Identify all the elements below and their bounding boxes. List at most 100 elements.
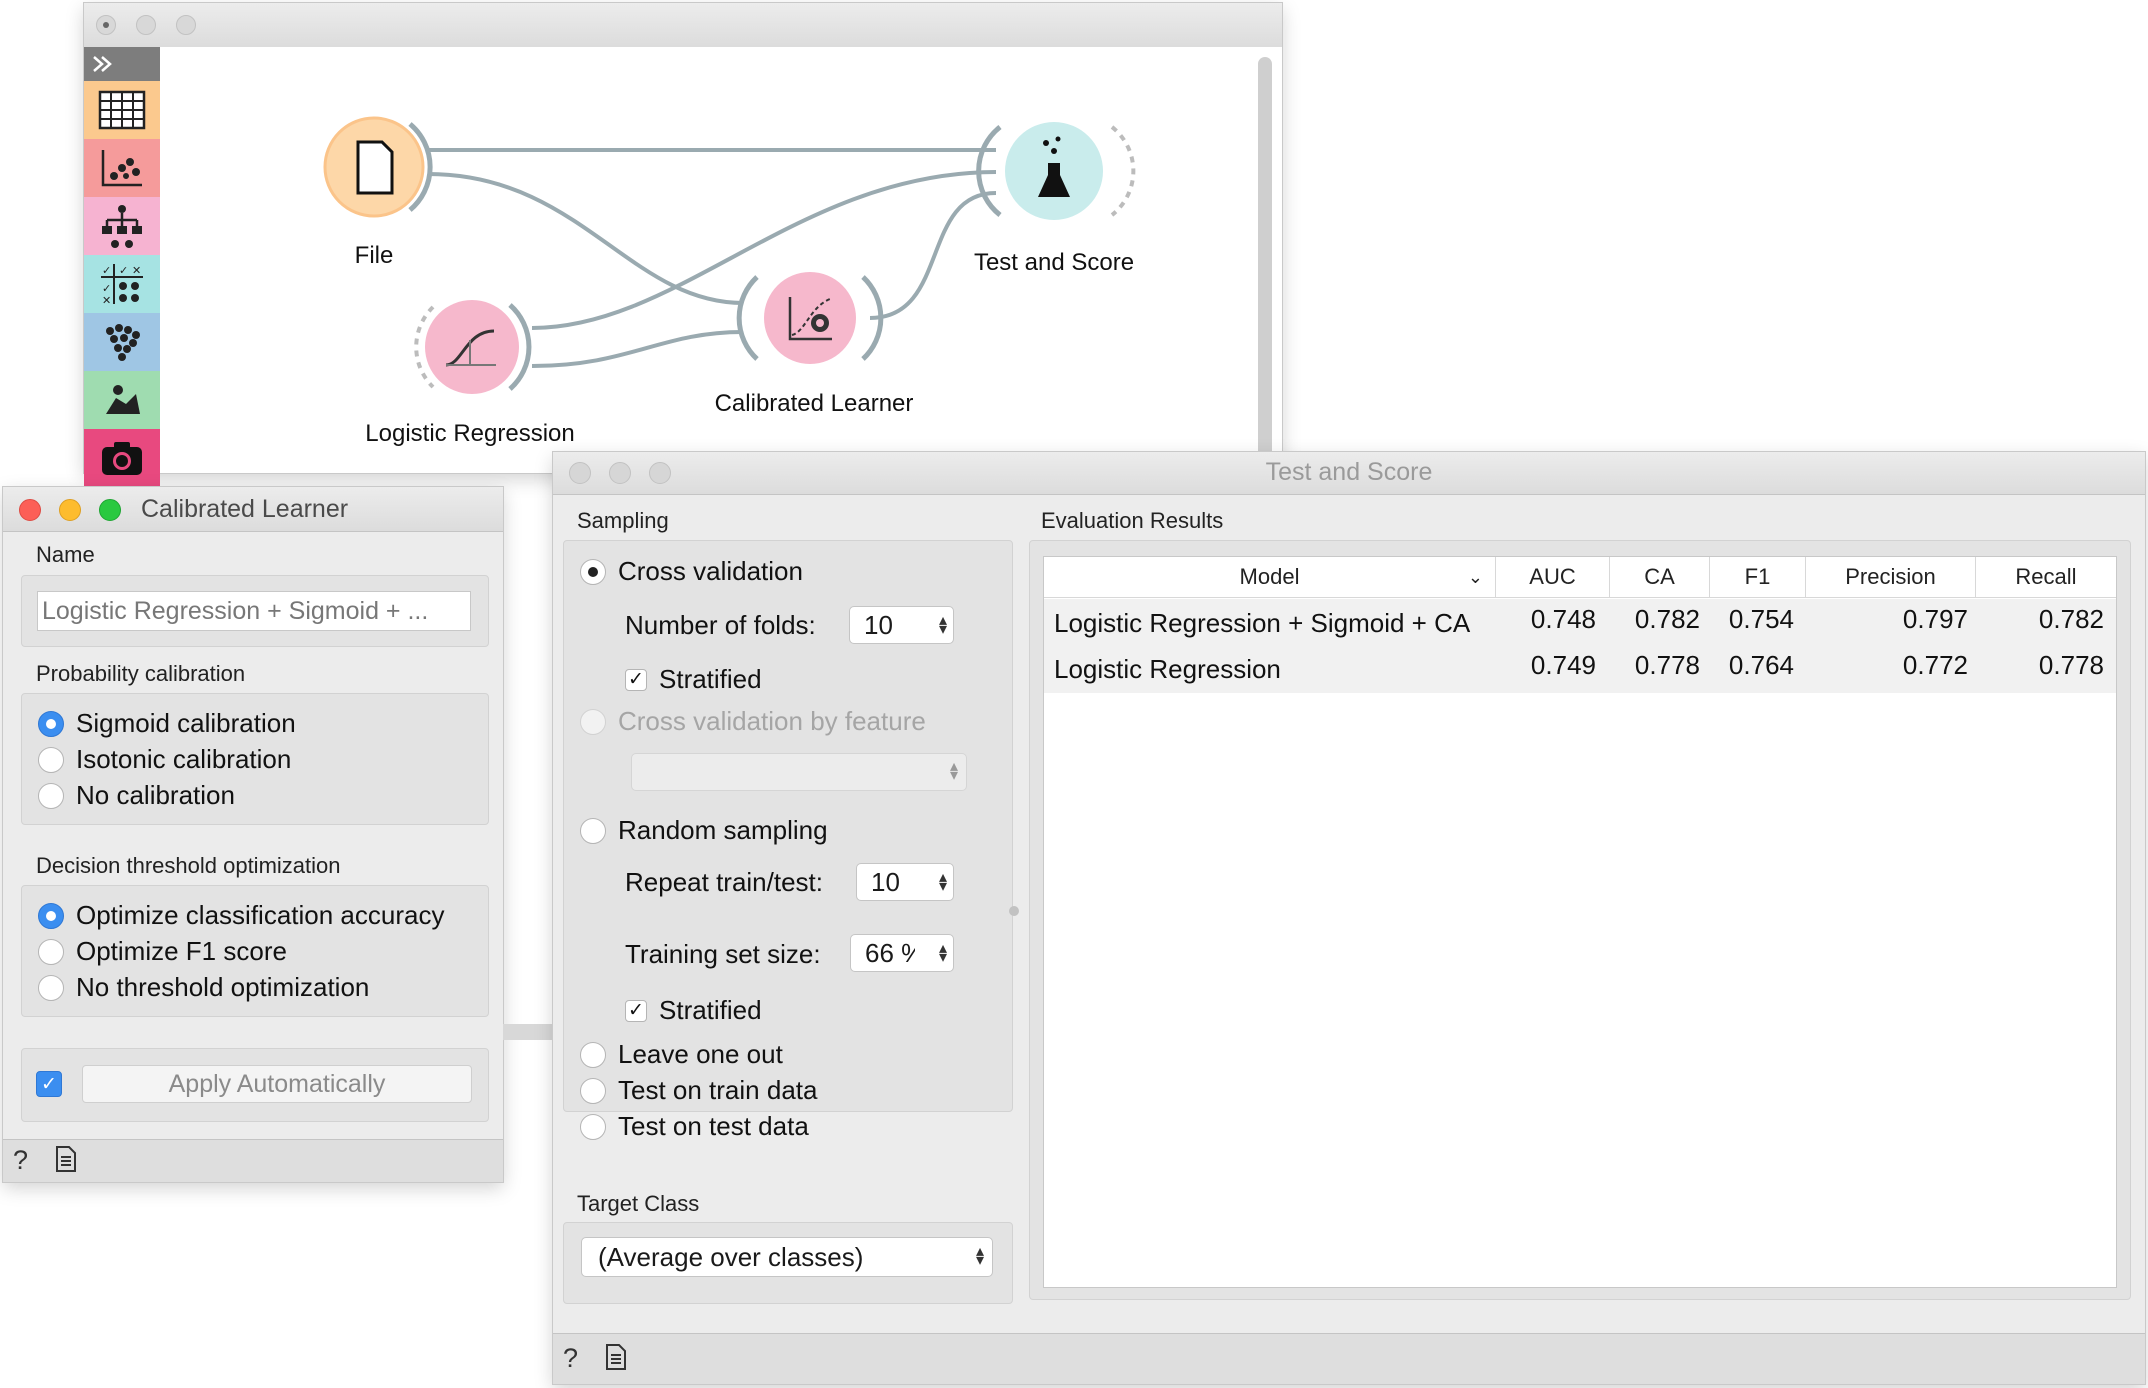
svg-text:✓: ✓	[102, 283, 111, 295]
zoom-button[interactable]	[99, 499, 121, 521]
stepper-icon[interactable]: ▴ ▾	[939, 613, 947, 638]
no-threshold-radio[interactable]: No threshold optimization	[38, 972, 369, 1003]
scatter-plot-icon[interactable]	[84, 139, 160, 197]
logistic-regression-node[interactable]	[414, 300, 532, 394]
cv-by-feature-radio[interactable]: Cross validation by feature	[580, 706, 926, 737]
apply-button[interactable]: Apply Automatically	[82, 1065, 472, 1103]
column-precision[interactable]: Precision	[1806, 557, 1976, 597]
test-and-score-window: Test and Score Sampling Cross validation…	[553, 452, 2145, 1384]
stepper-icon[interactable]: ▴ ▾	[939, 941, 947, 966]
widget-toolbox: ✓ ✓ ✕ ✓ ✕	[84, 47, 160, 487]
radio-label: Sigmoid calibration	[76, 708, 296, 738]
repeat-spinbox[interactable]: 10 ▴ ▾	[856, 863, 954, 901]
report-icon[interactable]	[55, 1145, 77, 1180]
help-icon[interactable]: ?	[563, 1343, 578, 1374]
help-icon[interactable]: ?	[13, 1145, 28, 1176]
test-and-score-node[interactable]	[976, 122, 1136, 220]
cell-precision: 0.772	[1902, 649, 1968, 680]
probability-calibration-label: Probability calibration	[36, 661, 246, 686]
svg-text:✓: ✓	[102, 265, 111, 277]
radio-label: Leave one out	[618, 1039, 783, 1069]
data-table-icon[interactable]	[84, 81, 160, 139]
radio-label: Optimize classification accuracy	[76, 900, 445, 930]
training-size-spinbox[interactable]: 66 % ▴▾	[850, 934, 954, 972]
column-auc[interactable]: AUC	[1496, 557, 1610, 597]
camera-icon[interactable]	[84, 429, 160, 487]
cell-ca: 0.782	[1634, 603, 1700, 634]
minimize-button[interactable]	[59, 499, 81, 521]
spin-value: 10	[871, 866, 900, 897]
cell-auc: 0.748	[1530, 603, 1596, 634]
link-logreg-to-test[interactable]	[531, 170, 997, 330]
column-model[interactable]: Model ⌄	[1044, 557, 1496, 597]
link-file-to-calibrated[interactable]	[427, 172, 744, 305]
report-icon[interactable]	[605, 1343, 627, 1378]
test-on-test-radio[interactable]: Test on test data	[580, 1111, 809, 1142]
training-size-label: Training set size:	[625, 939, 821, 969]
optimize-f1-radio[interactable]: Optimize F1 score	[38, 936, 287, 967]
cell-ca: 0.778	[1634, 649, 1700, 680]
cross-validation-radio[interactable]: Cross validation	[580, 556, 803, 587]
radio-label: Cross validation by feature	[618, 706, 926, 736]
threshold-optimization-label: Decision threshold optimization	[36, 853, 341, 878]
optimize-accuracy-radio[interactable]: Optimize classification accuracy	[38, 900, 444, 931]
zoom-button[interactable]	[176, 15, 196, 35]
sigmoid-calibration-radio[interactable]: Sigmoid calibration	[38, 708, 296, 739]
canvas-titlebar	[84, 3, 1282, 48]
close-button[interactable]	[19, 499, 41, 521]
minimize-button[interactable]	[136, 15, 156, 35]
name-input[interactable]: Logistic Regression + Sigmoid + ...	[37, 591, 471, 631]
no-calibration-radio[interactable]: No calibration	[38, 780, 235, 811]
folds-label: Number of folds:	[625, 610, 816, 640]
cell-recall: 0.782	[2038, 603, 2104, 634]
feature-select[interactable]: ▴ ▾	[631, 753, 967, 791]
leave-one-out-radio[interactable]: Leave one out	[580, 1039, 783, 1070]
column-ca[interactable]: CA	[1610, 557, 1710, 597]
cell-model: Logistic Regression + Sigmoid + CA	[1054, 607, 1471, 638]
splitter-handle[interactable]	[1009, 906, 1019, 916]
radio-label: Cross validation	[618, 556, 803, 586]
cell-precision: 0.797	[1902, 603, 1968, 634]
radio-label: Optimize F1 score	[76, 936, 287, 966]
file-node[interactable]	[323, 116, 433, 218]
spin-value: 66 %	[865, 937, 915, 968]
target-class-select[interactable]: (Average over classes) ▴ ▾	[581, 1237, 993, 1277]
collapse-icon[interactable]	[84, 47, 160, 81]
mosaic-icon[interactable]	[84, 371, 160, 429]
close-button[interactable]	[96, 15, 116, 35]
checkbox-label: Stratified	[659, 664, 762, 694]
sampling-label: Sampling	[577, 508, 669, 533]
calibrated-learner-titlebar: Calibrated Learner	[3, 487, 503, 532]
clustering-icon[interactable]	[84, 313, 160, 371]
confusion-matrix-icon[interactable]: ✓ ✓ ✕ ✓ ✕	[84, 255, 160, 313]
test-and-score-node-label: Test and Score	[973, 249, 1135, 276]
folds-spinbox[interactable]: 10 ▴ ▾	[849, 606, 954, 644]
random-sampling-radio[interactable]: Random sampling	[580, 815, 828, 846]
stratified-random-checkbox[interactable]: ✓ Stratified	[625, 995, 762, 1026]
checkbox-box: ✓	[625, 668, 647, 691]
results-table[interactable]: Model ⌄ AUC CA F1 Precision Recall Logist…	[1043, 556, 2117, 1288]
isotonic-calibration-radio[interactable]: Isotonic calibration	[38, 744, 291, 775]
target-class-label: Target Class	[577, 1191, 700, 1216]
cell-auc: 0.749	[1530, 649, 1596, 680]
table-header: Model ⌄ AUC CA F1 Precision Recall	[1044, 557, 2116, 598]
logistic-regression-node-label: Logistic Regression	[365, 420, 575, 447]
cell-f1: 0.764	[1728, 649, 1794, 680]
column-f1[interactable]: F1	[1710, 557, 1806, 597]
apply-automatically-checkbox[interactable]: ✓	[36, 1071, 62, 1097]
radio-label: Isotonic calibration	[76, 744, 292, 774]
workflow-canvas[interactable]: File Test and Score Logistic Regression …	[160, 47, 1282, 477]
table-row[interactable]: Logistic Regression 0.749 0.778 0.764 0.…	[1044, 645, 2116, 693]
test-on-train-radio[interactable]: Test on train data	[580, 1075, 817, 1106]
table-row[interactable]: Logistic Regression + Sigmoid + CA 0.748…	[1044, 599, 2116, 645]
calibrated-learner-node[interactable]	[736, 272, 884, 364]
stratified-checkbox[interactable]: ✓ Stratified	[625, 664, 762, 695]
name-label: Name	[36, 542, 95, 567]
stepper-icon[interactable]: ▴ ▾	[939, 870, 947, 895]
tree-icon[interactable]	[84, 197, 160, 255]
link-logreg-to-calibrated[interactable]	[531, 330, 744, 368]
chevron-down-icon[interactable]: ⌄	[1468, 567, 1483, 588]
column-recall[interactable]: Recall	[1976, 557, 2116, 597]
select-value: (Average over classes)	[598, 1241, 864, 1272]
file-node-label: File	[354, 242, 394, 269]
